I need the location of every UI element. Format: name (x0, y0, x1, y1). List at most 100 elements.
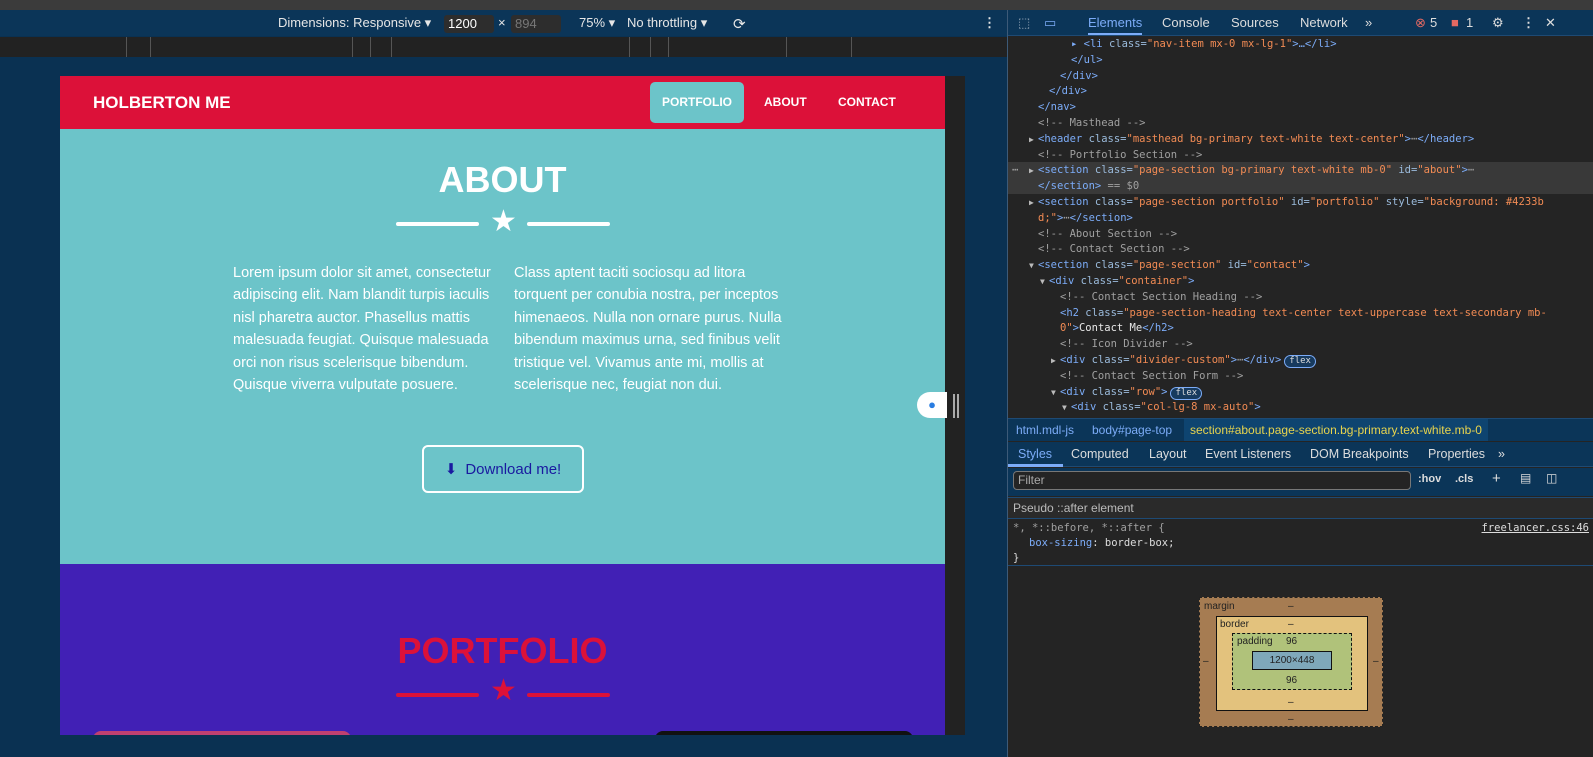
portfolio-item[interactable] (93, 731, 351, 735)
dom-token: "background: #4233b (1423, 196, 1544, 208)
dom-node-line[interactable]: ▶ <section class="page-section portfolio"… (1008, 194, 1593, 210)
device-toggle-icon[interactable]: ▭ (1044, 15, 1056, 31)
tab-layout[interactable]: Layout (1149, 447, 1187, 461)
dom-token: == $0 (1101, 180, 1140, 193)
box-content-size[interactable]: 1200×448 (1252, 651, 1332, 670)
expand-arrow-icon[interactable]: ▶ (1029, 195, 1038, 211)
node-actions-icon[interactable]: ⋯ (1012, 162, 1018, 178)
dom-node-line[interactable]: ▼ <div class="row"> flex (1008, 384, 1593, 400)
dom-node-line[interactable]: <!-- Masthead --> (1008, 115, 1593, 131)
dom-node-line[interactable]: <!-- Portfolio Section --> (1008, 147, 1593, 163)
dom-node-line[interactable]: </div> (1008, 83, 1593, 99)
tab-sources[interactable]: Sources (1231, 15, 1279, 30)
crumb-section[interactable]: section#about.page-section.bg-primary.te… (1184, 419, 1488, 441)
extension-widget-icon[interactable]: ● (917, 392, 947, 418)
collapse-arrow-icon[interactable]: ▼ (1062, 400, 1071, 416)
dimensions-select[interactable]: Dimensions: Responsive ▾ (278, 15, 431, 31)
more-options-icon[interactable]: ⋮ (983, 15, 996, 31)
issue-icon[interactable]: ■ (1451, 15, 1459, 30)
expand-arrow-icon[interactable]: ▶ (1029, 132, 1038, 148)
collapse-arrow-icon[interactable]: ▼ (1051, 385, 1060, 401)
crumb-body[interactable]: body#page-top (1092, 423, 1172, 437)
rule-source-link[interactable]: freelancer.css:46 (1482, 521, 1589, 536)
tab-event-listeners[interactable]: Event Listeners (1205, 447, 1291, 461)
dom-token: class= (1080, 275, 1119, 287)
inspect-element-icon[interactable]: ⬚ (1018, 15, 1030, 31)
dom-token: "row" (1129, 385, 1162, 398)
dom-node-line[interactable]: <!-- Icon Divider --> (1008, 336, 1593, 352)
dom-token: class= (1091, 385, 1130, 398)
tab-console[interactable]: Console (1162, 15, 1210, 30)
devtools-menu-icon[interactable]: ⋮ (1522, 15, 1535, 31)
dom-token: Contact Me (1078, 322, 1143, 335)
border-bottom-value: – (1288, 697, 1294, 708)
flex-badge[interactable]: flex (1170, 386, 1203, 400)
dom-node-line[interactable]: ▶ <div class="divider-custom">⋯</div> flex (1008, 352, 1593, 368)
tab-styles[interactable]: Styles (1018, 447, 1052, 461)
nav-about[interactable]: ABOUT (752, 82, 819, 123)
dom-node-line[interactable]: ▼ <div class="container"> (1008, 273, 1593, 289)
dom-token: style= (1379, 196, 1424, 208)
expand-arrow-icon[interactable]: ▶ (1029, 163, 1038, 179)
box-margin-label: margin (1204, 601, 1235, 612)
dom-token: > (1161, 385, 1168, 398)
portfolio-item[interactable] (655, 731, 913, 735)
dom-node-line[interactable]: </section> == $0 (1008, 178, 1593, 195)
zoom-select[interactable]: 75% ▾ (579, 15, 615, 31)
nav-contact[interactable]: CONTACT (826, 82, 908, 123)
tab-computed[interactable]: Computed (1071, 447, 1129, 461)
dom-node-line[interactable]: ⋯ ▶ <section class="page-section bg-primar… (1008, 162, 1593, 179)
collapse-arrow-icon[interactable]: ▼ (1040, 274, 1049, 290)
flex-badge[interactable]: flex (1284, 355, 1316, 368)
resize-handle[interactable] (953, 394, 959, 418)
dom-node-line[interactable]: 0">Contact Me</h2> (1008, 320, 1593, 336)
dom-node-line[interactable]: <!-- Contact Section Form --> (1008, 368, 1593, 384)
height-input[interactable]: 894 (511, 15, 561, 33)
download-button[interactable]: ⬇ Download me! (422, 445, 584, 493)
dom-node-line[interactable]: </nav> (1008, 99, 1593, 115)
dom-node-line[interactable]: ▸ <li class="nav-item mx-0 mx-lg-1">…</l… (1008, 36, 1593, 52)
rotate-icon[interactable]: ⟳ (733, 15, 746, 33)
new-rule-icon[interactable]: + (1492, 470, 1501, 487)
dom-node-line[interactable]: <h2 class="page-section-heading text-cen… (1008, 305, 1593, 321)
filter-input[interactable]: Filter (1013, 471, 1411, 490)
tab-elements[interactable]: Elements (1088, 15, 1143, 35)
rule-property[interactable]: box-sizing (1029, 537, 1092, 549)
dom-token: ⋯ (1467, 164, 1475, 177)
dom-node-line[interactable]: ▼ <section class="page-section" id="conta… (1008, 257, 1593, 273)
site-brand[interactable]: HOLBERTON ME (93, 93, 231, 113)
dom-node-line[interactable]: ▶ <header class="masthead bg-primary text… (1008, 131, 1593, 147)
dom-node-line[interactable]: </div> (1008, 68, 1593, 84)
star-icon: ★ (490, 205, 517, 238)
more-tabs-icon[interactable]: » (1365, 15, 1372, 30)
dom-node-line[interactable]: d;">⋯</section> (1008, 210, 1593, 226)
dom-token: "masthead bg-primary text-white text-cen… (1126, 132, 1405, 145)
collapse-arrow-icon[interactable]: ▼ (1029, 258, 1038, 274)
issue-count[interactable]: 1 (1466, 15, 1473, 30)
dom-node-line[interactable]: </ul> (1008, 52, 1593, 68)
dom-token: </section> (1038, 180, 1102, 193)
dom-node-line[interactable]: <!-- Contact Section --> (1008, 241, 1593, 257)
tab-properties[interactable]: Properties (1428, 447, 1485, 461)
hov-toggle[interactable]: :hov (1418, 473, 1441, 485)
sidebar-toggle-icon[interactable]: ◫ (1546, 471, 1557, 485)
nav-portfolio[interactable]: PORTFOLIO (650, 82, 744, 123)
width-input[interactable]: 1200 (444, 15, 494, 33)
expand-arrow-icon[interactable]: ▶ (1051, 353, 1060, 369)
cls-toggle[interactable]: .cls (1455, 473, 1473, 485)
dom-token: </h2> (1142, 322, 1174, 335)
error-count[interactable]: 5 (1430, 15, 1437, 30)
tab-dom-breakpoints[interactable]: DOM Breakpoints (1310, 447, 1409, 461)
dom-node-line[interactable]: ▼ <div class="col-lg-8 mx-auto"> (1008, 399, 1593, 415)
crumb-html[interactable]: html.mdl-js (1016, 423, 1074, 437)
throttling-select[interactable]: No throttling ▾ (627, 15, 707, 31)
tab-network[interactable]: Network (1300, 15, 1348, 30)
settings-icon[interactable]: ⚙ (1492, 15, 1504, 31)
more-style-tabs-icon[interactable]: » (1498, 447, 1505, 461)
dom-node-line[interactable]: <!-- Contact Section Heading --> (1008, 289, 1593, 305)
close-icon[interactable]: ✕ (1545, 15, 1556, 31)
dom-node-line[interactable]: <!-- About Section --> (1008, 226, 1593, 242)
color-format-icon[interactable]: ▤ (1520, 471, 1531, 485)
rule-value[interactable]: border-box; (1105, 537, 1175, 549)
error-icon[interactable]: ⊗ (1415, 15, 1426, 31)
